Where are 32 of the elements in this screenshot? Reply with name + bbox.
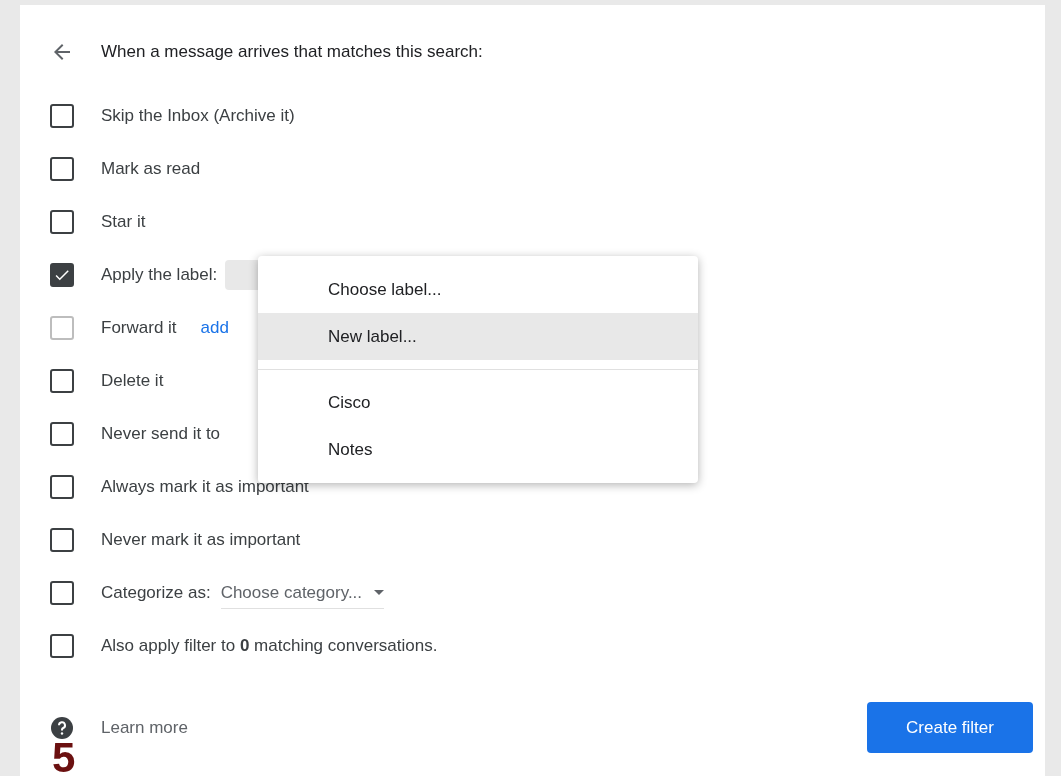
- checkbox[interactable]: [50, 633, 74, 658]
- checkbox[interactable]: [50, 527, 74, 552]
- help-icon[interactable]: [50, 715, 74, 740]
- option-label: Never mark it as important: [101, 528, 301, 551]
- menu-item[interactable]: Choose label...: [258, 266, 698, 313]
- option-label: Mark as read: [101, 157, 201, 180]
- menu-item[interactable]: Cisco: [258, 379, 698, 426]
- checkbox[interactable]: [50, 209, 74, 234]
- option-label: Forward it: [101, 316, 177, 339]
- menu-item[interactable]: New label...: [258, 313, 698, 360]
- checkbox[interactable]: [50, 368, 74, 393]
- checkbox[interactable]: [50, 474, 74, 499]
- checkbox[interactable]: [50, 580, 74, 605]
- category-dropdown[interactable]: Choose category...: [220, 579, 385, 610]
- checkbox[interactable]: [50, 421, 74, 446]
- learn-more-link[interactable]: Learn more: [101, 714, 188, 741]
- step-number: 5: [52, 740, 76, 776]
- checkbox[interactable]: [50, 103, 74, 128]
- checkbox[interactable]: [50, 156, 74, 181]
- option-label: Apply the label:: [101, 263, 218, 286]
- option-label: Also apply filter to 0 matching conversations.: [101, 634, 438, 657]
- option-label: Always mark it as important: [101, 475, 309, 498]
- menu-item[interactable]: Notes: [258, 426, 698, 473]
- checkbox[interactable]: [50, 262, 74, 287]
- filter-description: When a message arrives that matches this search:: [101, 41, 483, 64]
- create-filter-button[interactable]: Create filter: [867, 702, 1033, 753]
- option-label: Delete it: [101, 369, 164, 392]
- option-label: Skip the Inbox (Archive it): [101, 104, 295, 127]
- option-label: Star it: [101, 210, 146, 233]
- caret-icon: [374, 590, 385, 595]
- option-label: Categorize as:: [101, 581, 211, 604]
- option-label: Never send it to: [101, 422, 221, 445]
